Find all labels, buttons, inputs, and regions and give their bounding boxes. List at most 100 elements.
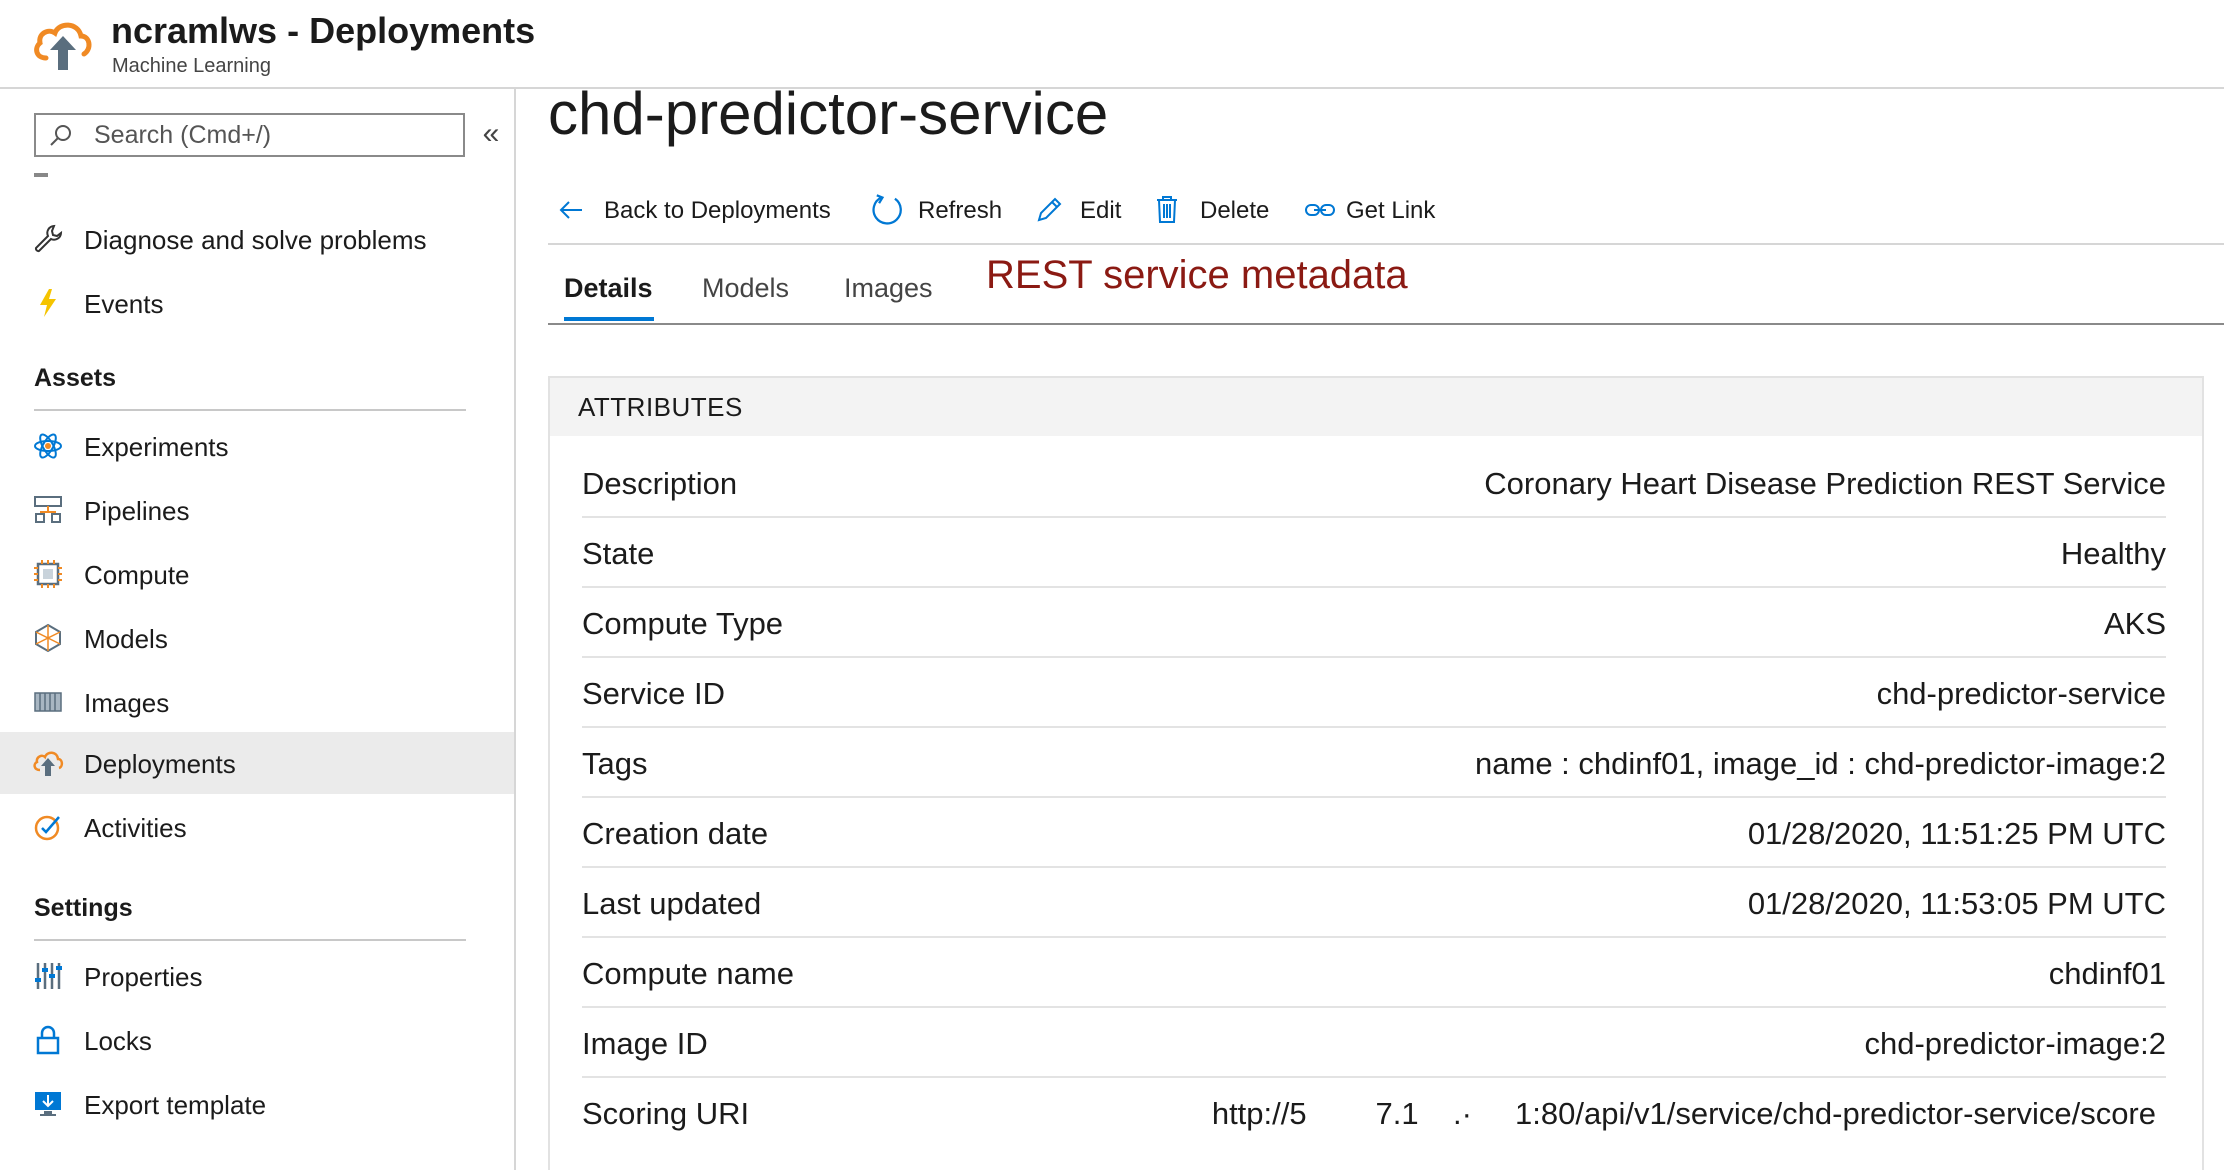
sidebar: « Diagnose and solve problems Events Ass… — [0, 89, 516, 1170]
sidebar-item-images[interactable]: Images — [0, 671, 514, 733]
sliders-icon — [35, 963, 62, 989]
lock-icon — [36, 1025, 60, 1055]
lightning-icon — [40, 289, 56, 317]
attribute-row: Compute name chdinf01 — [582, 938, 2166, 1008]
sidebar-item-label: Deployments — [84, 749, 236, 779]
attribute-key: Creation date — [582, 816, 769, 851]
attribute-key: Scoring URI — [582, 1096, 750, 1131]
attribute-key: Service ID — [582, 676, 725, 711]
annotation-label: REST service metadata — [986, 253, 1408, 297]
sidebar-item-activities[interactable]: Activities — [0, 796, 514, 858]
sidebar-item-models[interactable]: Models — [0, 607, 514, 669]
attributes-panel: ATTRIBUTES Description Coronary Heart Dis… — [548, 376, 2204, 1170]
attribute-key: Last updated — [582, 886, 762, 921]
collapse-sidebar-button[interactable]: « — [476, 119, 506, 149]
sidebar-item-label: Experiments — [84, 432, 229, 462]
sidebar-item-label: Locks — [84, 1026, 152, 1056]
sidebar-item-label: Models — [84, 624, 168, 654]
sidebar-item-properties[interactable]: Properties — [0, 945, 514, 1007]
search-input[interactable] — [94, 119, 454, 151]
sidebar-item-events[interactable]: Events — [0, 272, 514, 334]
sidebar-item-label: Images — [84, 688, 170, 718]
button-label: Edit — [1080, 197, 1122, 224]
page-header-subtitle: Machine Learning — [112, 55, 271, 77]
attribute-value: name : chdinf01, image_id : chd-predicto… — [1475, 746, 2166, 781]
sidebar-item-cutoff — [34, 169, 334, 179]
sidebar-item-label: Events — [84, 289, 164, 319]
divider — [548, 243, 2224, 245]
sidebar-item-label: Properties — [84, 962, 203, 992]
active-tab-indicator — [564, 317, 654, 321]
container-icon — [34, 692, 62, 712]
arrow-left-icon — [559, 201, 582, 219]
check-circle-icon — [34, 815, 60, 841]
button-label: Get Link — [1346, 197, 1436, 224]
attribute-key: Compute Type — [582, 606, 784, 641]
pencil-icon — [1037, 197, 1062, 222]
monitor-download-icon — [35, 1092, 61, 1116]
attribute-value: Coronary Heart Disease Prediction REST S… — [1484, 466, 2166, 501]
link-icon — [1305, 204, 1335, 216]
refresh-button[interactable]: Refresh — [862, 185, 1012, 235]
attribute-value: 01/28/2020, 11:53:05 PM UTC — [1747, 886, 2166, 921]
divider — [548, 323, 2224, 325]
tab-bar: Details Models Images REST service metad… — [548, 247, 2224, 327]
attribute-value: AKS — [2103, 606, 2166, 641]
attribute-value: chdinf01 — [2048, 956, 2166, 991]
page-header-title: ncramlws - Deployments — [111, 10, 536, 51]
attribute-row: Creation date 01/28/2020, 11:51:25 PM UTC — [582, 798, 2166, 868]
atom-icon — [34, 433, 62, 459]
sidebar-item-label: Compute — [84, 560, 190, 590]
pipeline-icon — [34, 496, 62, 523]
wrench-icon — [34, 224, 63, 253]
sidebar-item-experiments[interactable]: Experiments — [0, 415, 514, 477]
model-icon — [35, 623, 61, 653]
attribute-row: Compute Type AKS — [582, 588, 2166, 658]
attribute-row: Tags name : chdinf01, image_id : chd-pred… — [582, 728, 2166, 798]
divider — [34, 939, 466, 941]
sidebar-item-deployments[interactable]: Deployments — [0, 732, 514, 794]
search-box[interactable] — [34, 113, 465, 157]
delete-button[interactable]: Delete — [1144, 185, 1274, 235]
section-heading-assets: Assets — [34, 364, 116, 392]
trash-icon — [1157, 196, 1177, 223]
section-heading-settings: Settings — [34, 894, 133, 922]
attribute-key: State — [582, 536, 655, 571]
sidebar-item-locks[interactable]: Locks — [0, 1009, 514, 1071]
cloud-upload-icon — [33, 751, 64, 776]
attribute-value: http://5 7.1 .· 1:80/api/v1/service/chd-… — [1211, 1096, 2156, 1131]
refresh-icon — [872, 194, 902, 225]
attribute-row: Description Coronary Heart Disease Predic… — [582, 448, 2166, 518]
sidebar-item-label: Export template — [84, 1090, 267, 1120]
button-label: Delete — [1200, 197, 1270, 224]
back-to-deployments-button[interactable]: Back to Deployments — [548, 185, 831, 235]
tab-details[interactable]: Details — [564, 273, 653, 304]
sidebar-item-export-template[interactable]: Export template — [0, 1073, 514, 1135]
tab-models[interactable]: Models — [702, 273, 789, 304]
command-bar: Back to Deployments Refresh Edit Delete — [548, 185, 2224, 235]
get-link-button[interactable]: Get Link — [1294, 185, 1444, 235]
attribute-row: Scoring URI http://5 7.1 .· 1:80/api/v1/s… — [582, 1078, 2166, 1148]
sidebar-item-pipelines[interactable]: Pipelines — [0, 479, 514, 541]
chip-icon — [34, 560, 62, 588]
attribute-key: Image ID — [582, 1026, 708, 1061]
attribute-row: State Healthy — [582, 518, 2166, 588]
page-title: chd-predictor-service — [548, 80, 1109, 147]
attribute-row: Last updated 01/28/2020, 11:53:05 PM UTC — [582, 868, 2166, 938]
sidebar-item-diagnose[interactable]: Diagnose and solve problems — [0, 208, 514, 270]
attribute-key: Compute name — [582, 956, 794, 991]
attribute-value: Healthy — [2060, 536, 2166, 571]
attribute-key: Tags — [582, 746, 648, 781]
button-label: Refresh — [918, 197, 1003, 224]
divider — [34, 409, 466, 411]
attribute-key: Description — [582, 466, 738, 501]
search-icon — [50, 125, 71, 146]
sidebar-item-label: Pipelines — [84, 496, 190, 526]
sidebar-item-label: Diagnose and solve problems — [84, 225, 427, 255]
edit-button[interactable]: Edit — [1026, 185, 1126, 235]
panel-header: ATTRIBUTES — [550, 378, 2202, 436]
tab-images[interactable]: Images — [844, 273, 933, 304]
attribute-row: Service ID chd-predictor-service — [582, 658, 2166, 728]
sidebar-item-compute[interactable]: Compute — [0, 543, 514, 605]
attribute-value: 01/28/2020, 11:51:25 PM UTC — [1747, 816, 2166, 851]
